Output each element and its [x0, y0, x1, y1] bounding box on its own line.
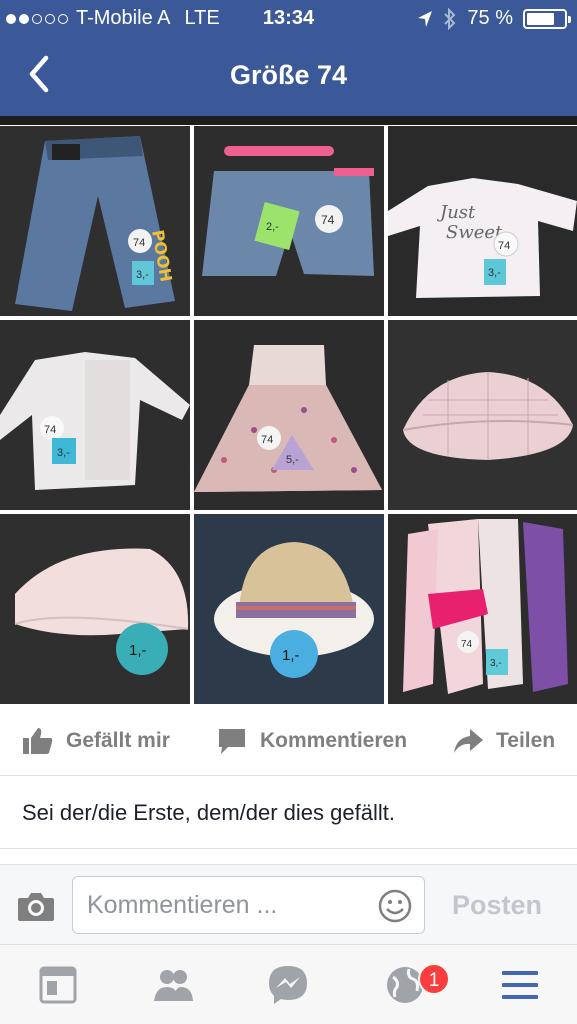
price-tag: 3,-	[488, 267, 501, 279]
size-tag: 74	[133, 237, 145, 249]
comment-label: Kommentieren	[260, 729, 408, 752]
notification-badge: 1	[418, 963, 450, 995]
battery-icon	[523, 8, 571, 29]
post-actions: Gefällt mir Kommentieren Teilen	[0, 704, 577, 776]
bottom-tab-bar	[0, 945, 577, 1024]
news-feed-icon[interactable]	[36, 963, 80, 1007]
share-arrow-icon	[454, 729, 483, 753]
print-text-just: Just	[436, 202, 476, 223]
comment-input[interactable]	[87, 889, 367, 921]
smiley-icon[interactable]	[378, 889, 412, 923]
previous-photos-strip[interactable]	[0, 116, 577, 125]
app-header: T-Mobile A LTE 13:34 75 % Größe 74	[0, 0, 577, 116]
status-bar: T-Mobile A LTE 13:34 75 %	[0, 0, 577, 38]
comment-composer: Posten	[0, 865, 577, 945]
price-tag: 3,-	[136, 269, 149, 281]
like-label: Gefällt mir	[66, 729, 170, 752]
location-arrow-icon	[418, 10, 433, 27]
comment-box	[72, 876, 425, 934]
photo-longsleeve[interactable]: Just Sweet 74 3,-	[388, 126, 577, 316]
photo-sun-hat[interactable]	[388, 320, 577, 510]
comment-bubble-icon	[219, 729, 245, 754]
size-tag: 74	[261, 434, 273, 446]
size-tag: 74	[498, 240, 510, 252]
photo-denim-shorts[interactable]: 2,- 74	[194, 126, 384, 316]
like-button[interactable]: Gefällt mir	[22, 726, 170, 756]
photo-grid: POOH 74 3,- 2,- 74 Just Sweet 74 3,- 74 …	[0, 116, 577, 704]
menu-icon[interactable]	[498, 963, 542, 1007]
friends-icon[interactable]	[151, 963, 195, 1007]
photo-jeans[interactable]: POOH 74 3,-	[0, 126, 190, 316]
size-tag: 74	[44, 424, 56, 436]
camera-icon[interactable]	[17, 890, 55, 922]
messenger-icon[interactable]	[266, 963, 310, 1007]
price-tag: 2,-	[266, 221, 279, 233]
price-tag: 3,-	[490, 658, 502, 669]
share-label: Teilen	[496, 729, 556, 752]
price-tag: 3,-	[57, 447, 70, 459]
comment-button[interactable]: Kommentieren	[216, 726, 407, 756]
bluetooth-icon	[444, 7, 456, 30]
page-title: Größe 74	[229, 60, 348, 90]
battery-fill	[527, 12, 554, 25]
size-tag: 74	[321, 213, 335, 227]
photo-cardigan[interactable]: 74 3,-	[0, 320, 190, 510]
photo-socks-tights[interactable]: 74 3,-	[388, 514, 577, 704]
status-right: 75 %	[417, 7, 571, 30]
nav-bar: Größe 74	[0, 38, 577, 116]
thumbs-up-icon	[23, 728, 53, 754]
size-tag: 74	[461, 639, 473, 650]
price-tag: 1,-	[129, 642, 147, 659]
share-button[interactable]: Teilen	[452, 726, 555, 756]
section-divider	[0, 848, 577, 865]
post-button[interactable]: Posten	[452, 890, 542, 921]
photo-straw-hat[interactable]: 1,-	[194, 514, 384, 704]
price-tag: 1,-	[282, 647, 300, 664]
photo-floral-dress[interactable]: 74 5,-	[194, 320, 384, 510]
photo-cap[interactable]: 1,-	[0, 514, 190, 704]
battery-percent: 75 %	[467, 7, 513, 29]
price-tag: 5,-	[286, 454, 299, 466]
likes-summary[interactable]: Sei der/die Erste, dem/der dies gefällt.	[22, 800, 395, 826]
